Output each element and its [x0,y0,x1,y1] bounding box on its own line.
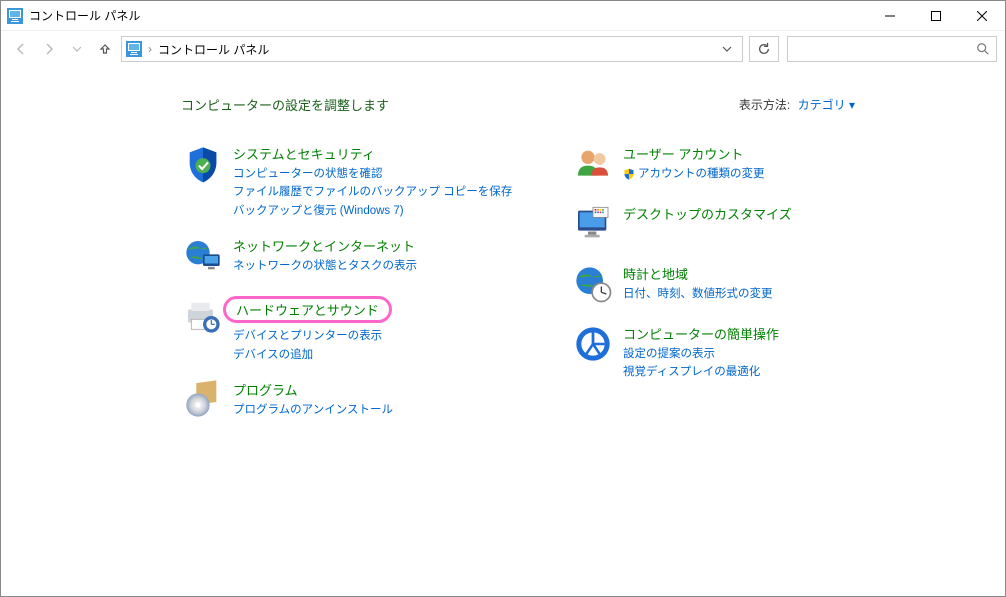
right-column: ユーザー アカウント アカウントの種類の変更 [571,144,921,440]
sublink[interactable]: デバイスの追加 [233,346,531,364]
search-icon[interactable] [976,42,990,56]
category-title[interactable]: ネットワークとインターネット [233,236,415,255]
category-appearance: デスクトップのカスタマイズ [571,204,921,248]
maximize-button[interactable] [913,1,959,30]
view-by-label: 表示方法: [739,98,790,112]
category-user-accounts: ユーザー アカウント アカウントの種類の変更 [571,144,921,188]
sublink[interactable]: 視覚ディスプレイの最適化 [623,363,921,381]
sublink[interactable]: バックアップと復元 (Windows 7) [233,202,531,220]
globe-network-icon [181,236,225,280]
search-box[interactable] [787,36,997,62]
ease-of-access-icon [571,324,615,368]
category-title[interactable]: 時計と地域 [623,264,688,283]
category-title-highlighted[interactable]: ハードウェアとサウンド [223,296,392,323]
left-column: システムとセキュリティ コンピューターの状態を確認 ファイル履歴でファイルのバッ… [181,144,531,440]
category-title[interactable]: コンピューターの簡単操作 [623,324,779,343]
up-button[interactable] [93,37,117,61]
control-panel-icon [7,8,23,24]
category-title[interactable]: システムとセキュリティ [233,144,375,163]
navigation-bar: › コントロール パネル [1,31,1005,67]
category-columns: システムとセキュリティ コンピューターの状態を確認 ファイル履歴でファイルのバッ… [181,144,995,440]
users-icon [571,144,615,188]
header-row: コンピューターの設定を調整します 表示方法: カテゴリ ▾ [181,95,995,114]
category-title[interactable]: デスクトップのカスタマイズ [623,204,792,223]
content-area: コンピューターの設定を調整します 表示方法: カテゴリ ▾ [1,67,1005,450]
category-title[interactable]: プログラム [233,380,298,399]
control-panel-icon [126,41,142,57]
uac-shield-icon [623,168,635,180]
category-programs: プログラム プログラムのアンインストール [181,380,531,424]
globe-clock-icon [571,264,615,308]
sublink[interactable]: デバイスとプリンターの表示 [233,327,531,345]
category-hardware-sound: ハードウェアとサウンド デバイスとプリンターの表示 デバイスの追加 [181,296,531,364]
category-clock-region: 時計と地域 日付、時刻、数値形式の変更 [571,264,921,308]
address-text: コントロール パネル [158,41,712,58]
sublink[interactable]: プログラムのアンインストール [233,401,531,419]
forward-button[interactable] [37,37,61,61]
close-button[interactable] [959,1,1005,30]
category-network-internet: ネットワークとインターネット ネットワークの状態とタスクの表示 [181,236,531,280]
address-dropdown-icon[interactable] [716,44,738,54]
minimize-button[interactable] [867,1,913,30]
address-bar[interactable]: › コントロール パネル [121,36,743,62]
monitor-customize-icon [571,204,615,248]
cd-box-icon [181,380,225,424]
view-by: 表示方法: カテゴリ ▾ [739,96,855,113]
sublink[interactable]: コンピューターの状態を確認 [233,165,531,183]
view-by-value: カテゴリ [798,98,846,112]
page-title: コンピューターの設定を調整します [181,95,739,114]
category-system-security: システムとセキュリティ コンピューターの状態を確認 ファイル履歴でファイルのバッ… [181,144,531,220]
recent-locations-button[interactable] [65,37,89,61]
titlebar: コントロール パネル [1,1,1005,31]
sublink[interactable]: 日付、時刻、数値形式の変更 [623,285,921,303]
sublink[interactable]: 設定の提案の表示 [623,345,921,363]
refresh-button[interactable] [749,36,779,62]
category-ease-of-access: コンピューターの簡単操作 設定の提案の表示 視覚ディスプレイの最適化 [571,324,921,382]
search-input[interactable] [794,41,976,57]
category-title[interactable]: ユーザー アカウント [623,144,743,163]
printer-device-icon [181,296,225,340]
window-controls [867,1,1005,30]
view-by-dropdown[interactable]: カテゴリ ▾ [798,98,855,112]
back-button[interactable] [9,37,33,61]
shield-check-icon [181,144,225,188]
window-title: コントロール パネル [29,7,867,24]
chevron-right-icon: › [146,42,154,56]
sublink[interactable]: アカウントの種類の変更 [623,165,921,183]
chevron-down-icon: ▾ [849,98,855,112]
sublink[interactable]: ネットワークの状態とタスクの表示 [233,257,531,275]
sublink[interactable]: ファイル履歴でファイルのバックアップ コピーを保存 [233,183,531,201]
